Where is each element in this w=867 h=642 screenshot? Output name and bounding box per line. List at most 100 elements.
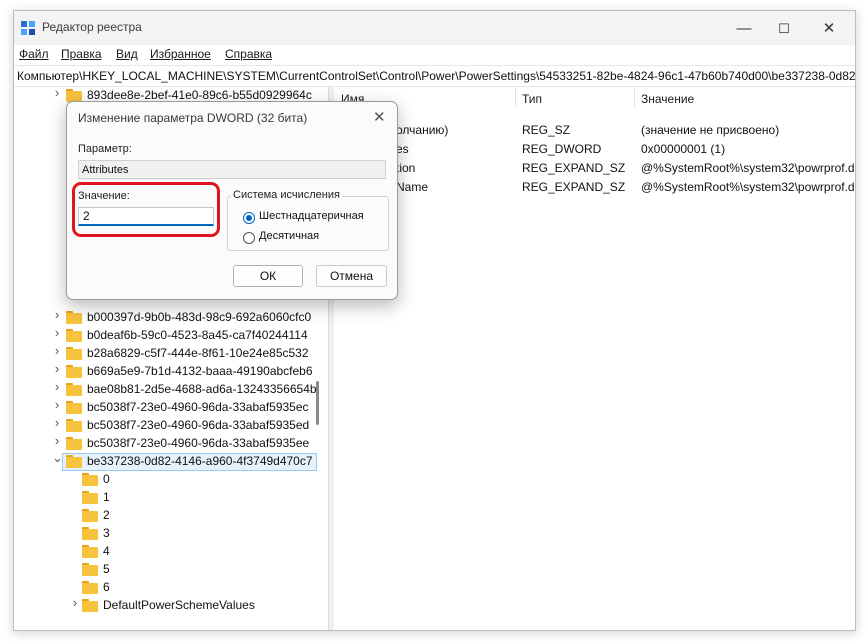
value-row-type: REG_EXPAND_SZ bbox=[522, 180, 626, 194]
maximize-icon: ☐ bbox=[778, 21, 790, 36]
folder-icon bbox=[82, 581, 98, 594]
tree-item[interactable]: ⌄ be337238-0d82-4146-a960-4f3749d470c7 bbox=[14, 451, 328, 471]
registry-editor-icon bbox=[21, 21, 35, 35]
tree-item[interactable]: › bae08b81-2d5e-4688-ad6a-13243356654b bbox=[14, 380, 328, 399]
folder-icon bbox=[66, 329, 82, 342]
tree-item-label: 893dee8e-2bef-41e0-89c6-b55d0929964c bbox=[87, 88, 312, 102]
folder-icon bbox=[66, 455, 82, 468]
tree-item-label: bc5038f7-23e0-4960-96da-33abaf5935ec bbox=[87, 400, 309, 414]
folder-icon bbox=[66, 401, 82, 414]
value-input[interactable] bbox=[78, 207, 214, 226]
folder-icon bbox=[66, 437, 82, 450]
column-header-value[interactable]: Значение bbox=[641, 89, 694, 109]
radio-hexadecimal[interactable] bbox=[243, 212, 255, 224]
menu-favorites[interactable]: Избранное bbox=[150, 47, 211, 61]
tree-item-label: 5 bbox=[103, 562, 110, 576]
folder-icon bbox=[82, 491, 98, 504]
chevron-right-icon[interactable]: › bbox=[52, 308, 62, 321]
tree-item[interactable]: › b0deaf6b-59c0-4523-8a45-ca7f40244114 bbox=[14, 326, 328, 345]
column-header-type[interactable]: Тип bbox=[522, 89, 542, 109]
close-button[interactable]: ✕ bbox=[806, 15, 852, 43]
folder-icon bbox=[66, 365, 82, 378]
chevron-right-icon[interactable]: › bbox=[52, 434, 62, 447]
radio-decimal[interactable] bbox=[243, 232, 255, 244]
chevron-down-icon[interactable]: ⌄ bbox=[52, 451, 63, 464]
folder-icon bbox=[66, 347, 82, 360]
folder-icon bbox=[82, 599, 98, 612]
column-separator[interactable] bbox=[515, 89, 516, 107]
tree-item-label: DefaultPowerSchemeValues bbox=[103, 598, 255, 612]
tree-item[interactable]: 2 bbox=[14, 507, 328, 525]
folder-icon bbox=[66, 419, 82, 432]
chevron-right-icon[interactable]: › bbox=[52, 326, 62, 339]
address-bar[interactable]: Компьютер\HKEY_LOCAL_MACHINE\SYSTEM\Curr… bbox=[14, 65, 855, 87]
tree-item-label: bc5038f7-23e0-4960-96da-33abaf5935ed bbox=[87, 418, 310, 432]
folder-icon bbox=[82, 563, 98, 576]
maximize-button[interactable]: ☐ bbox=[761, 15, 807, 43]
parameter-label: Параметр: bbox=[78, 143, 132, 155]
tree-item[interactable]: › b28a6829-c5f7-444e-8f61-10e24e85c532 bbox=[14, 344, 328, 363]
tree-item[interactable]: 4 bbox=[14, 543, 328, 561]
dialog-close-icon[interactable]: ✕ bbox=[373, 108, 386, 126]
tree-item[interactable]: › bc5038f7-23e0-4960-96da-33abaf5935ed bbox=[14, 416, 328, 435]
chevron-right-icon[interactable]: › bbox=[70, 596, 80, 609]
parameter-name-field: Attributes bbox=[78, 160, 386, 179]
tree-item-label: 1 bbox=[103, 490, 110, 504]
parameter-name-value: Attributes bbox=[82, 164, 129, 176]
value-row-type: REG_SZ bbox=[522, 123, 571, 137]
tree-item-label: bc5038f7-23e0-4960-96da-33abaf5935ee bbox=[87, 436, 310, 450]
radio-decimal-label[interactable]: Десятичная bbox=[259, 230, 319, 242]
tree-item[interactable]: 6 bbox=[14, 579, 328, 597]
radio-hexadecimal-label[interactable]: Шестнадцатеричная bbox=[259, 210, 364, 222]
tree-item[interactable]: › b000397d-9b0b-483d-98c9-692a6060cfc0 bbox=[14, 308, 328, 327]
menu-file[interactable]: Файл bbox=[19, 47, 49, 61]
chevron-right-icon[interactable]: › bbox=[52, 398, 62, 411]
value-label: Значение: bbox=[78, 190, 130, 202]
folder-icon bbox=[82, 527, 98, 540]
tree-item-label: b28a6829-c5f7-444e-8f61-10e24e85c532 bbox=[87, 346, 309, 360]
folder-icon bbox=[66, 383, 82, 396]
folder-icon bbox=[82, 509, 98, 522]
menu-help[interactable]: Справка bbox=[225, 47, 272, 61]
value-row-type: REG_EXPAND_SZ bbox=[522, 161, 626, 175]
tree-item-label: 4 bbox=[103, 544, 110, 558]
menu-edit[interactable]: Правка bbox=[61, 47, 102, 61]
tree-item-label: b669a5e9-7b1d-4132-baaa-49190abcfeb6 bbox=[87, 364, 313, 378]
title-bar: Редактор реестра — ☐ ✕ bbox=[14, 11, 855, 45]
chevron-right-icon[interactable]: › bbox=[52, 344, 62, 357]
values-list[interactable]: Имя Тип Значение олчанию) REG_SZ (значен… bbox=[334, 87, 855, 630]
ok-button[interactable]: ОК bbox=[233, 265, 303, 287]
tree-item[interactable]: 5 bbox=[14, 561, 328, 579]
value-row-name[interactable]: Name bbox=[396, 180, 428, 194]
dialog-title: Изменение параметра DWORD (32 бита) bbox=[78, 111, 308, 125]
menu-view[interactable]: Вид bbox=[116, 47, 138, 61]
tree-item-label: 0 bbox=[103, 472, 110, 486]
chevron-right-icon[interactable]: › bbox=[52, 380, 62, 393]
tree-item-label: 6 bbox=[103, 580, 110, 594]
chevron-right-icon[interactable]: › bbox=[52, 87, 62, 99]
tree-item[interactable]: 3 bbox=[14, 525, 328, 543]
tree-item-label: be337238-0d82-4146-a960-4f3749d470c7 bbox=[87, 454, 313, 468]
tree-scrollbar-thumb[interactable] bbox=[316, 381, 319, 425]
value-row-data: @%SystemRoot%\system32\powrprof.d bbox=[641, 180, 855, 194]
tree-item[interactable]: 0 bbox=[14, 471, 328, 489]
chevron-right-icon[interactable]: › bbox=[52, 362, 62, 375]
folder-icon bbox=[82, 545, 98, 558]
tree-item[interactable]: 1 bbox=[14, 489, 328, 507]
chevron-right-icon[interactable]: › bbox=[52, 416, 62, 429]
cancel-button[interactable]: Отмена bbox=[316, 265, 387, 287]
edit-dword-dialog: Изменение параметра DWORD (32 бита) ✕ Па… bbox=[66, 101, 398, 300]
tree-item[interactable]: › DefaultPowerSchemeValues bbox=[14, 596, 328, 615]
tree-item[interactable]: › b669a5e9-7b1d-4132-baaa-49190abcfeb6 bbox=[14, 362, 328, 381]
value-row-type: REG_DWORD bbox=[522, 142, 602, 156]
value-row-name[interactable]: tion bbox=[396, 161, 415, 175]
menu-bar: Файл Правка Вид Избранное Справка bbox=[14, 45, 855, 65]
column-separator[interactable] bbox=[634, 89, 635, 107]
value-row-name[interactable]: олчанию) bbox=[396, 123, 448, 137]
address-path: Компьютер\HKEY_LOCAL_MACHINE\SYSTEM\Curr… bbox=[17, 69, 856, 83]
tree-item-label: 3 bbox=[103, 526, 110, 540]
value-row-data: (значение не присвоено) bbox=[641, 123, 780, 137]
folder-icon bbox=[82, 473, 98, 486]
tree-item-label: b0deaf6b-59c0-4523-8a45-ca7f40244114 bbox=[87, 328, 308, 342]
tree-item[interactable]: › bc5038f7-23e0-4960-96da-33abaf5935ec bbox=[14, 398, 328, 417]
